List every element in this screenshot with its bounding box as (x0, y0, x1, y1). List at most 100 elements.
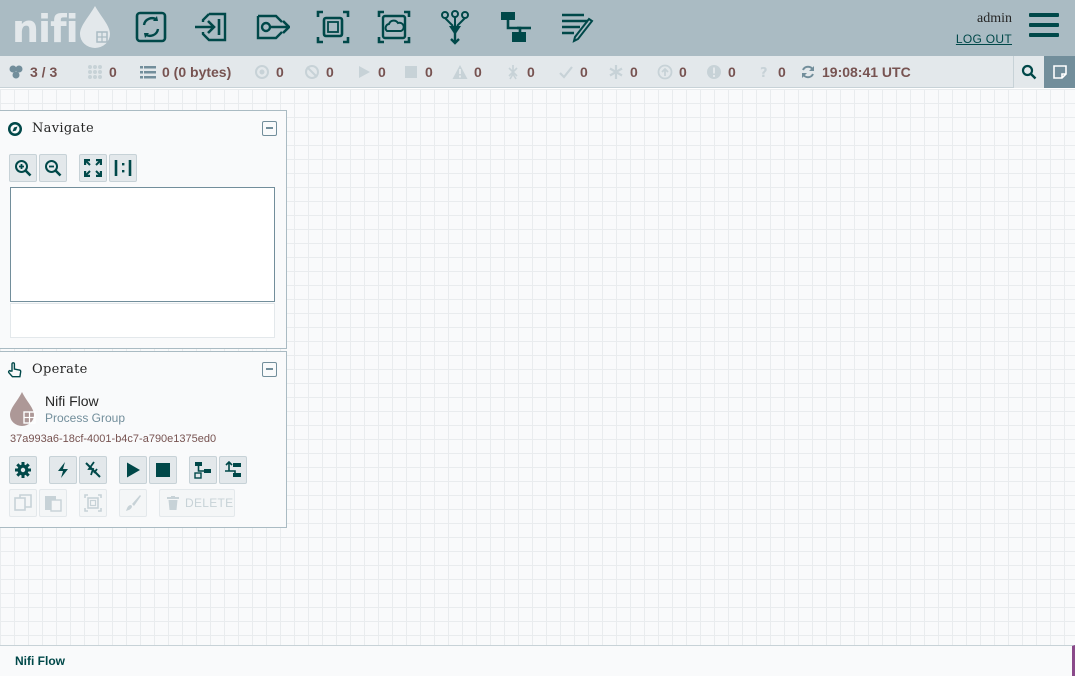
cluster-count: 3 / 3 (30, 64, 58, 80)
compass-icon (8, 122, 22, 136)
user-info: admin LOG OUT (956, 11, 1012, 46)
copy-button[interactable] (9, 489, 37, 517)
trash-icon (167, 496, 179, 510)
remote-not-transmitting-count: 0 (326, 64, 334, 80)
toolbar-remote-process-group-button[interactable] (374, 7, 414, 47)
selected-component-id: 37a993a6-18cf-4001-b4c7-a790e1375ed0 (10, 433, 217, 445)
birdseye-view[interactable] (10, 187, 275, 302)
play-icon (127, 462, 140, 478)
remote-transmitting-count: 0 (276, 64, 284, 80)
operate-title: Operate (32, 362, 88, 377)
question-icon: ? (760, 66, 768, 80)
stat-running: 0 (356, 56, 386, 88)
gear-icon (15, 462, 31, 478)
toolbar-template-button[interactable] (496, 7, 536, 47)
app-header: nifi admin LOG OUT (0, 0, 1075, 56)
group-icon (84, 494, 102, 512)
funnel-icon (441, 10, 469, 45)
stat-cluster: 3 / 3 (8, 56, 57, 88)
remote-process-group-icon (377, 10, 411, 44)
asterisk-icon (609, 65, 623, 79)
sticky-note-icon (1052, 65, 1067, 79)
group-button[interactable] (79, 489, 107, 517)
global-menu-button[interactable] (1029, 13, 1059, 41)
create-template-icon (194, 462, 211, 479)
toolbar-output-port-button[interactable] (252, 7, 292, 47)
create-template-button[interactable] (189, 456, 217, 484)
stat-remote-not-transmitting: 0 (304, 56, 334, 88)
stat-sync-failure: ? 0 (756, 56, 786, 88)
disable-button[interactable] (79, 456, 107, 484)
stopped-icon (405, 66, 417, 78)
stat-stale: 0 (657, 56, 687, 88)
current-user: admin (977, 11, 1012, 26)
running-icon (359, 66, 370, 78)
menu-bar-icon (1029, 13, 1059, 17)
up-to-date-count: 0 (580, 64, 588, 80)
breadcrumb-root[interactable]: Nifi Flow (15, 654, 65, 668)
stop-button[interactable] (149, 456, 177, 484)
arrow-up-circle-icon (657, 64, 673, 80)
delete-button[interactable]: DELETE (159, 489, 235, 517)
toolbar-input-port-button[interactable] (191, 7, 231, 47)
delete-label: DELETE (185, 496, 234, 510)
actual-size-icon (114, 160, 132, 176)
operate-collapse-button[interactable] (262, 362, 277, 377)
toolbar-funnel-button[interactable] (435, 7, 475, 47)
search-button[interactable] (1013, 56, 1044, 88)
locally-modified-count: 0 (630, 64, 638, 80)
flow-status-bar: 3 / 3 0 0 (0 bytes) 0 0 0 0 0 0 0 0 0 0 … (0, 56, 1075, 88)
stat-stopped: 0 (403, 56, 433, 88)
processor-icon (135, 11, 167, 43)
queued-value: 0 (0 bytes) (162, 64, 232, 80)
logout-link[interactable]: LOG OUT (956, 32, 1012, 46)
toolbar-processor-button[interactable] (131, 7, 171, 47)
copy-icon (14, 494, 32, 511)
remote-not-transmitting-icon (305, 65, 319, 79)
search-icon (1021, 64, 1037, 80)
navigate-panel: Navigate (0, 110, 287, 349)
actual-size-button[interactable] (109, 154, 137, 182)
stat-queued: 0 (0 bytes) (140, 56, 231, 88)
zoom-in-button[interactable] (9, 154, 37, 182)
lightning-icon (58, 462, 68, 478)
warning-icon (452, 65, 468, 79)
birdseye-footer (10, 303, 275, 338)
stat-remote-transmitting: 0 (254, 56, 284, 88)
logo-text: nifi (12, 7, 79, 51)
locally-modified-stale-count: 0 (728, 64, 736, 80)
menu-bar-icon (1029, 33, 1059, 37)
toolbar-label-button[interactable] (557, 7, 597, 47)
toolbar-process-group-button[interactable] (313, 7, 353, 47)
navigate-collapse-button[interactable] (262, 121, 277, 136)
stat-disabled: 0 (505, 56, 535, 88)
enable-button[interactable] (49, 456, 77, 484)
configure-button[interactable] (9, 456, 37, 484)
selected-component-name: Nifi Flow (45, 393, 99, 409)
bulletin-board-button[interactable] (1044, 56, 1075, 88)
last-refreshed-time: 19:08:41 UTC (822, 64, 911, 80)
sync-failure-count: 0 (778, 64, 786, 80)
paint-brush-icon (126, 495, 141, 511)
paste-button[interactable] (39, 489, 67, 517)
color-button[interactable] (119, 489, 147, 517)
input-port-icon (195, 12, 227, 42)
stop-icon (156, 463, 170, 477)
zoom-out-button[interactable] (39, 154, 67, 182)
process-group-icon (316, 10, 350, 44)
zoom-out-icon (45, 160, 62, 177)
disable-icon (85, 461, 101, 478)
start-button[interactable] (119, 456, 147, 484)
upload-template-icon (225, 461, 241, 477)
upload-template-button[interactable] (219, 456, 247, 484)
refresh-icon[interactable] (800, 64, 816, 80)
invalid-count: 0 (474, 64, 482, 80)
zoom-in-icon (15, 160, 32, 177)
check-icon (559, 66, 573, 79)
fit-to-screen-button[interactable] (79, 154, 107, 182)
label-icon (562, 13, 594, 43)
stat-invalid: 0 (452, 56, 482, 88)
running-count: 0 (378, 64, 386, 80)
stat-up-to-date: 0 (558, 56, 588, 88)
stat-last-refreshed: 19:08:41 UTC (800, 56, 911, 88)
